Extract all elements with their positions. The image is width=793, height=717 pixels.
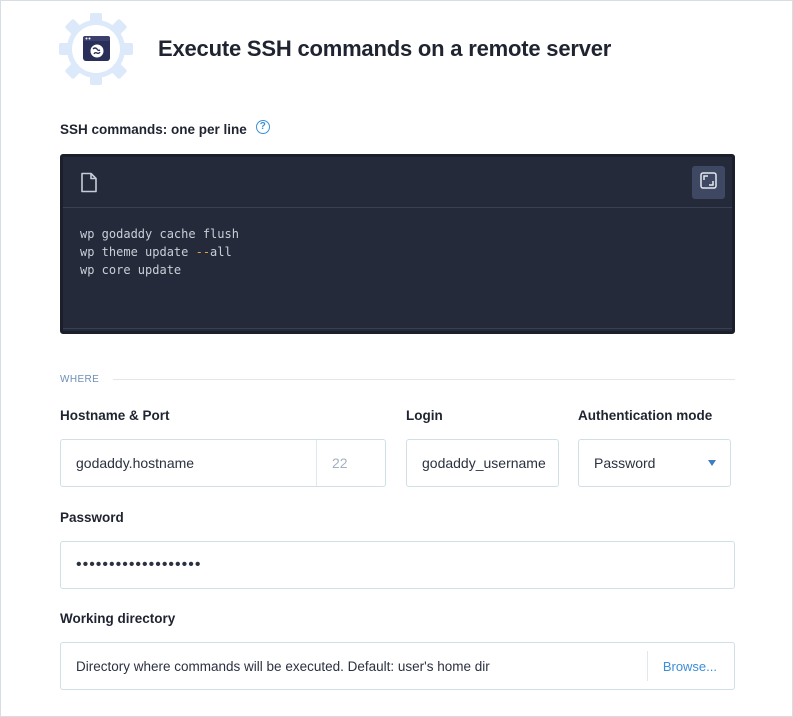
expand-icon	[700, 171, 717, 194]
browse-button[interactable]: Browse...	[646, 651, 734, 681]
code-line: wp godaddy cache flush	[80, 225, 239, 243]
workdir-label: Working directory	[60, 611, 176, 626]
hostname-port-field: godaddy.hostname 22	[60, 439, 386, 487]
workdir-field: Directory where commands will be execute…	[60, 642, 735, 690]
globe-window-gear-icon	[59, 13, 133, 85]
auth-mode-select[interactable]: Password	[578, 439, 731, 487]
commands-label: SSH commands: one per line ?	[60, 119, 270, 137]
help-icon[interactable]: ?	[255, 119, 270, 134]
where-section-label: WHERE	[60, 374, 100, 385]
chevron-down-icon	[708, 460, 716, 466]
password-input[interactable]: •••••••••••••••••••	[60, 541, 735, 589]
code-text: wp theme update	[80, 245, 196, 259]
auth-mode-label: Authentication mode	[578, 408, 713, 423]
workdir-input[interactable]: Directory where commands will be execute…	[76, 659, 490, 674]
commands-editor[interactable]: wp godaddy cache flush wp theme update --…	[60, 154, 735, 334]
port-input[interactable]: 22	[316, 440, 385, 486]
login-input[interactable]: godaddy_username	[406, 439, 559, 487]
header: Execute SSH commands on a remote server	[59, 13, 611, 85]
expand-editor-button[interactable]	[692, 166, 725, 199]
section-divider	[113, 379, 735, 380]
code-text: wp core update	[80, 263, 182, 277]
hostname-label: Hostname & Port	[60, 408, 170, 423]
commands-label-text: SSH commands: one per line	[60, 122, 247, 137]
code-text: all	[210, 245, 232, 259]
page-title: Execute SSH commands on a remote server	[158, 36, 612, 61]
code-line: wp theme update --all	[80, 243, 239, 261]
hostname-input[interactable]: godaddy.hostname	[61, 455, 316, 471]
code-text: wp godaddy cache flush	[80, 227, 239, 241]
editor-bottom-bar	[63, 328, 732, 331]
code-line: wp core update	[80, 261, 239, 279]
code-flag: --	[195, 245, 211, 259]
password-label: Password	[60, 510, 124, 525]
editor-toolbar	[63, 157, 732, 208]
file-icon	[80, 172, 98, 198]
commands-code[interactable]: wp godaddy cache flush wp theme update --…	[80, 225, 239, 279]
auth-mode-value: Password	[594, 455, 656, 471]
ssh-action-panel: Execute SSH commands on a remote server …	[0, 0, 793, 717]
login-label: Login	[406, 408, 443, 423]
